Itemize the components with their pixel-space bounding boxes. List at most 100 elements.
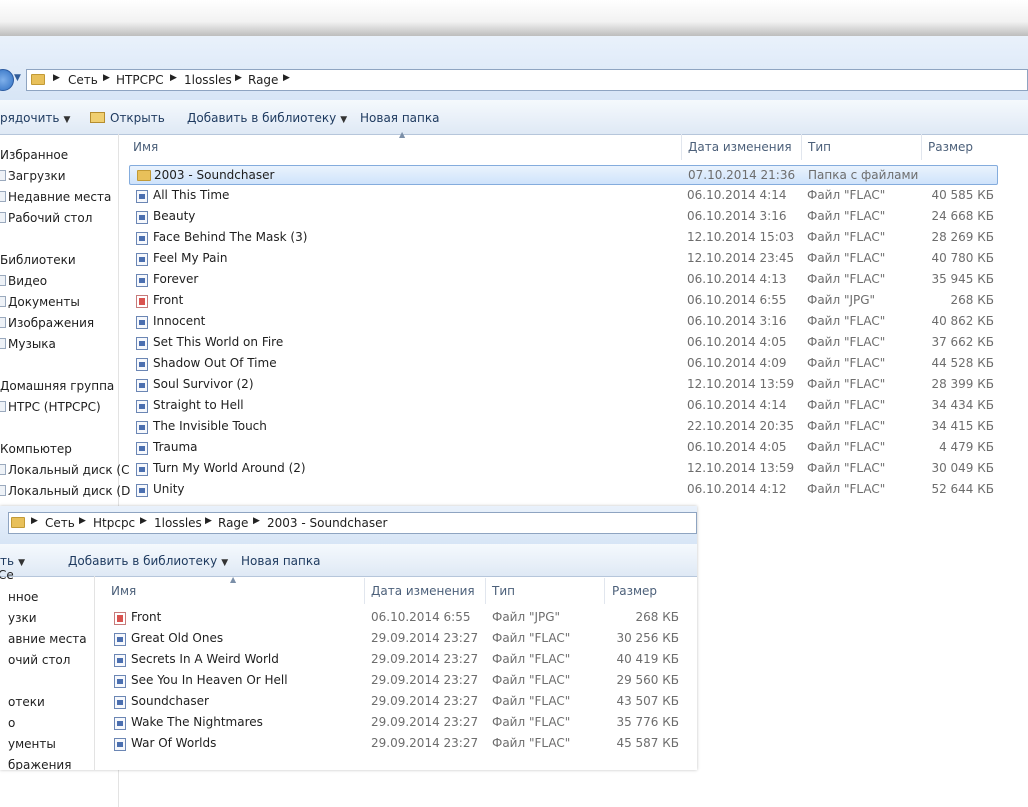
file-type: Файл "FLAC" xyxy=(807,419,886,433)
file-name: Turn My World Around (2) xyxy=(153,461,306,475)
file-size: 268 КБ xyxy=(635,610,679,624)
file-name: Great Old Ones xyxy=(131,631,224,645)
file-type: Файл "FLAC" xyxy=(807,314,886,328)
file-type: Файл "FLAC" xyxy=(807,272,886,286)
file-row[interactable]: Secrets In A Weird World 29.09.2014 23:27… xyxy=(107,650,685,670)
file-row[interactable]: Turn My World Around (2) 12.10.2014 13:59… xyxy=(129,459,998,479)
flac-file-icon xyxy=(136,379,148,392)
file-type: Файл "FLAC" xyxy=(807,188,886,202)
flac-file-icon xyxy=(136,421,148,434)
file-row[interactable]: Unity 06.10.2014 4:12 Файл "FLAC" 52 644 КБ xyxy=(129,480,998,500)
file-type: Файл "FLAC" xyxy=(492,694,571,708)
file-row[interactable]: 2003 - Soundchaser 07.10.2014 21:36 Папка … xyxy=(129,165,998,185)
file-date: 06.10.2014 4:05 xyxy=(687,440,787,454)
file-row[interactable]: Straight to Hell 06.10.2014 4:14 Файл "FLA… xyxy=(129,396,998,416)
file-date: 12.10.2014 13:59 xyxy=(687,461,795,475)
flac-file-icon xyxy=(136,400,148,413)
flac-file-icon xyxy=(136,484,148,497)
flac-file-icon xyxy=(136,253,148,266)
flac-file-icon xyxy=(136,274,148,287)
flac-file-icon xyxy=(136,358,148,371)
file-row[interactable]: Front 06.10.2014 6:55 Файл "JPG" 268 КБ xyxy=(107,608,685,628)
file-name: All This Time xyxy=(153,188,230,202)
file-type: Папка с файлами xyxy=(808,168,919,182)
file-name: Trauma xyxy=(153,440,198,454)
file-name: The Invisible Touch xyxy=(153,419,267,433)
file-row[interactable]: Shadow Out Of Time 06.10.2014 4:09 Файл "F… xyxy=(129,354,998,374)
file-date: 29.09.2014 23:27 xyxy=(371,694,479,708)
file-date: 06.10.2014 4:14 xyxy=(687,398,787,412)
file-row[interactable]: Feel My Pain 12.10.2014 23:45 Файл "FLAC" 4… xyxy=(129,249,998,269)
file-type: Файл "FLAC" xyxy=(807,440,886,454)
file-row[interactable]: Soul Survivor (2) 12.10.2014 13:59 Файл "F… xyxy=(129,375,998,395)
file-name: Unity xyxy=(153,482,185,496)
file-date: 06.10.2014 6:55 xyxy=(371,610,471,624)
file-row[interactable]: Forever 06.10.2014 4:13 Файл "FLAC" 35 945 … xyxy=(129,270,998,290)
file-name: War Of Worlds xyxy=(131,736,217,750)
file-date: 22.10.2014 20:35 xyxy=(687,419,795,433)
file-date: 06.10.2014 4:13 xyxy=(687,272,787,286)
file-size: 40 862 КБ xyxy=(931,314,994,328)
file-name: Forever xyxy=(153,272,199,286)
flac-file-icon xyxy=(114,675,126,688)
file-type: Файл "JPG" xyxy=(492,610,561,624)
folder-icon xyxy=(137,170,151,181)
file-date: 06.10.2014 3:16 xyxy=(687,209,787,223)
file-name: Secrets In A Weird World xyxy=(131,652,279,666)
file-row[interactable]: Face Behind The Mask (3) 12.10.2014 15:03… xyxy=(129,228,998,248)
file-row[interactable]: Soundchaser 29.09.2014 23:27 Файл "FLAC" 43… xyxy=(107,692,685,712)
flac-file-icon xyxy=(114,696,126,709)
file-name: Straight to Hell xyxy=(153,398,244,412)
file-row[interactable]: Great Old Ones 29.09.2014 23:27 Файл "FLAC… xyxy=(107,629,685,649)
file-row[interactable]: War Of Worlds 29.09.2014 23:27 Файл "FLAC"… xyxy=(107,734,685,754)
file-row[interactable]: Beauty 06.10.2014 3:16 Файл "FLAC" 24 668 К… xyxy=(129,207,998,227)
file-size: 4 479 КБ xyxy=(939,440,994,454)
file-type: Файл "FLAC" xyxy=(807,377,886,391)
file-row[interactable]: See You In Heaven Or Hell 29.09.2014 23:2… xyxy=(107,671,685,691)
file-type: Файл "JPG" xyxy=(807,293,876,307)
file-name: Wake The Nightmares xyxy=(131,715,263,729)
file-date: 07.10.2014 21:36 xyxy=(688,168,796,182)
flac-file-icon xyxy=(136,211,148,224)
file-name: Beauty xyxy=(153,209,196,223)
file-name: Feel My Pain xyxy=(153,251,228,265)
file-name: Shadow Out Of Time xyxy=(153,356,277,370)
flac-file-icon xyxy=(136,190,148,203)
file-type: Файл "FLAC" xyxy=(807,230,886,244)
flac-file-icon xyxy=(136,442,148,455)
file-date: 06.10.2014 4:12 xyxy=(687,482,787,496)
file-size: 30 256 КБ xyxy=(616,631,679,645)
file-name: Set This World on Fire xyxy=(153,335,284,349)
file-row[interactable]: All This Time 06.10.2014 4:14 Файл "FLAC" 4… xyxy=(129,186,998,206)
file-row[interactable]: The Invisible Touch 22.10.2014 20:35 Файл … xyxy=(129,417,998,437)
file-size: 29 560 КБ xyxy=(616,673,679,687)
file-size: 40 780 КБ xyxy=(931,251,994,265)
file-size: 28 399 КБ xyxy=(931,377,994,391)
flac-file-icon xyxy=(136,232,148,245)
flac-file-icon xyxy=(136,316,148,329)
file-type: Файл "FLAC" xyxy=(807,461,886,475)
file-date: 06.10.2014 4:14 xyxy=(687,188,787,202)
file-type: Файл "FLAC" xyxy=(807,482,886,496)
file-row[interactable]: Trauma 06.10.2014 4:05 Файл "FLAC" 4 479 КБ xyxy=(129,438,998,458)
file-size: 34 415 КБ xyxy=(931,419,994,433)
file-name: Soul Survivor (2) xyxy=(153,377,254,391)
file-type: Файл "FLAC" xyxy=(807,398,886,412)
file-row[interactable]: Set This World on Fire 06.10.2014 4:05 Фай… xyxy=(129,333,998,353)
file-row[interactable]: Front 06.10.2014 6:55 Файл "JPG" 268 КБ xyxy=(129,291,998,311)
file-name: 2003 - Soundchaser xyxy=(154,168,275,182)
file-row[interactable]: Innocent 06.10.2014 3:16 Файл "FLAC" 40 862… xyxy=(129,312,998,332)
file-date: 06.10.2014 6:55 xyxy=(687,293,787,307)
file-size: 34 434 КБ xyxy=(931,398,994,412)
file-type: Файл "FLAC" xyxy=(492,736,571,750)
file-date: 29.09.2014 23:27 xyxy=(371,673,479,687)
file-name: Front xyxy=(131,610,162,624)
file-size: 44 528 КБ xyxy=(931,356,994,370)
file-row[interactable]: Wake The Nightmares 29.09.2014 23:27 Файл … xyxy=(107,713,685,733)
jpg-file-icon xyxy=(114,612,126,625)
flac-file-icon xyxy=(114,654,126,667)
file-size: 40 419 КБ xyxy=(616,652,679,666)
file-date: 06.10.2014 3:16 xyxy=(687,314,787,328)
screen-top-edge xyxy=(0,0,1028,36)
file-size: 28 269 КБ xyxy=(931,230,994,244)
